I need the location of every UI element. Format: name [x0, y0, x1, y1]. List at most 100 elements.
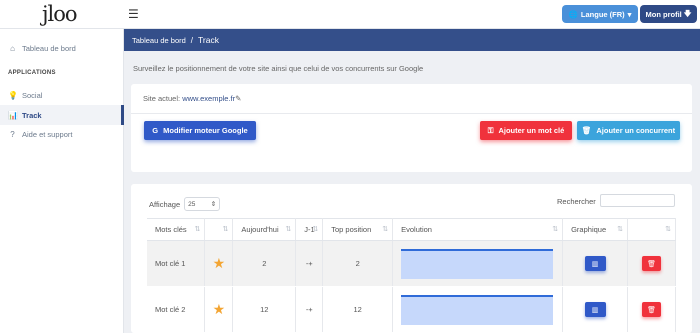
sidebar: ⌂ Tableau de bord APPLICATIONS 💡 Social …	[0, 29, 124, 333]
page-size-select[interactable]: 25 ⇕	[184, 197, 221, 211]
add-keyword-label: Ajouter un mot clé	[498, 126, 565, 135]
cell-favorite: ★	[204, 286, 234, 333]
col-today-label: Aujourd'hui	[241, 225, 279, 234]
col-actions[interactable]: ⇅	[627, 218, 676, 241]
col-star[interactable]: ⇅	[204, 218, 234, 241]
trash-icon: 🗑	[647, 260, 656, 268]
breadcrumb-separator: /	[190, 35, 194, 45]
cell-keyword: Mot clé 1	[147, 240, 206, 287]
sidebar-item-label: Social	[22, 90, 43, 100]
cell-top-position: 2	[322, 240, 394, 287]
sort-icon: ⇅	[617, 226, 624, 233]
cell-evolution	[392, 286, 564, 333]
cell-top-position: 12	[322, 286, 394, 333]
bar-chart-icon: ▥	[591, 306, 599, 314]
app-logo[interactable]: jloo	[42, 2, 78, 26]
sort-icon: ⇅	[312, 226, 319, 233]
cell-keyword: Mot clé 2	[147, 286, 206, 333]
keywords-table: Mots clés ⇅ ⇅ Aujourd'hui ⇅ J-1 ⇅ Top posit…	[147, 218, 676, 333]
sidebar-item-label: Aide et support	[22, 129, 73, 139]
evolution-sparkline	[401, 248, 554, 279]
delete-button[interactable]: 🗑	[642, 256, 662, 271]
cell-chart: ▥	[562, 240, 629, 287]
cell-delete: 🗑	[627, 286, 676, 333]
cell-evolution	[392, 240, 564, 287]
arrow-down-icon: 🡇	[683, 8, 692, 18]
delete-button[interactable]: 🗑	[642, 302, 662, 317]
col-evolution-label: Evolution	[401, 225, 432, 234]
col-keyword-label: Mots clés	[155, 225, 187, 234]
add-keyword-button[interactable]: ⚿ Ajouter un mot clé	[480, 121, 572, 140]
current-site-label: Site actuel:	[143, 94, 181, 103]
table-row: Mot clé 2 ★ 12 -+ 12 ▥ 🗑	[147, 286, 676, 333]
cell-prev: -+	[295, 240, 324, 287]
breadcrumb-current: Track	[198, 35, 219, 45]
trash-icon: 🗑	[647, 306, 656, 314]
trash-icon: 🗑	[581, 126, 592, 135]
col-top-position-label: Top position	[331, 225, 372, 234]
search-label: Rechercher	[557, 197, 596, 206]
search-input[interactable]	[600, 194, 675, 207]
sidebar-item-help[interactable]: ? Aide et support	[0, 124, 124, 144]
col-keyword[interactable]: Mots clés ⇅	[147, 218, 206, 241]
change-google-engine-button[interactable]: G Modifier moteur Google	[144, 121, 256, 140]
sidebar-item-label: Tableau de bord	[22, 43, 76, 53]
key-icon: ⚿	[487, 125, 494, 135]
current-site-link[interactable]: www.exemple.fr	[182, 94, 235, 103]
profile-button[interactable]: Mon profil 🡇	[640, 5, 697, 23]
change-google-engine-label: Modifier moteur Google	[163, 126, 248, 135]
col-evolution[interactable]: Evolution ⇅	[392, 218, 564, 241]
add-competitor-label: Ajouter un concurrent	[596, 126, 676, 135]
bar-chart-icon: ▥	[591, 260, 599, 268]
sidebar-section-heading: APPLICATIONS	[8, 70, 56, 76]
caret-down-icon: ▾	[627, 9, 632, 19]
pencil-icon[interactable]: ✎	[235, 94, 241, 103]
top-bar: jloo ☰ 🌐 Langue (FR) ▾ Mon profil 🡇	[0, 0, 700, 29]
breadcrumb: Tableau de bord / Track	[124, 29, 700, 51]
page-description: Surveillez le positionnement de votre si…	[133, 64, 424, 73]
breadcrumb-home[interactable]: Tableau de bord	[132, 36, 186, 45]
question-circle-icon: ?	[10, 129, 15, 139]
sort-icon: ⇅	[552, 226, 559, 233]
chart-button[interactable]: ▥	[584, 256, 606, 271]
bar-chart-icon: 📊	[8, 110, 18, 120]
col-prev[interactable]: J-1 ⇅	[295, 218, 324, 241]
star-icon[interactable]: ★	[213, 255, 226, 271]
col-top-position[interactable]: Top position ⇅	[322, 218, 394, 241]
sidebar-item-track[interactable]: 📊 Track	[0, 105, 124, 125]
language-button[interactable]: 🌐 Langue (FR) ▾	[562, 5, 638, 23]
chart-button[interactable]: ▥	[584, 302, 606, 317]
sidebar-item-dashboard[interactable]: ⌂ Tableau de bord	[0, 38, 124, 58]
home-icon: ⌂	[10, 43, 15, 53]
col-chart[interactable]: Graphique ⇅	[562, 218, 629, 241]
divider	[131, 113, 692, 114]
add-competitor-button[interactable]: 🗑 Ajouter un concurrent	[577, 121, 680, 140]
table-row: Mot clé 1 ★ 2 -+ 2 ▥ 🗑	[147, 240, 676, 287]
google-icon: G	[152, 126, 159, 135]
menu-toggle-icon[interactable]: ☰	[128, 7, 139, 21]
sort-icon: ⇅	[382, 226, 389, 233]
sidebar-item-social[interactable]: 💡 Social	[0, 85, 124, 105]
evolution-sparkline	[401, 294, 554, 325]
lightbulb-icon: 💡	[8, 90, 18, 100]
page-size-value: 25	[188, 200, 196, 208]
cell-prev: -+	[295, 286, 324, 333]
table-header-row: Mots clés ⇅ ⇅ Aujourd'hui ⇅ J-1 ⇅ Top posit…	[147, 218, 676, 241]
sidebar-item-label: Track	[22, 110, 42, 120]
sort-icon: ⇅	[285, 226, 292, 233]
col-today[interactable]: Aujourd'hui ⇅	[232, 218, 297, 241]
page-size-label: Affichage	[149, 199, 181, 209]
sort-icon: ⇅	[665, 226, 671, 233]
sort-icon: ⇅	[194, 226, 201, 233]
select-arrows-icon: ⇕	[210, 201, 217, 208]
language-button-label: Langue (FR)	[580, 9, 625, 19]
page-size-control: Affichage 25 ⇕	[149, 197, 221, 211]
site-actions-card: Site actuel: www.exemple.fr✎ G Modifier …	[131, 84, 692, 172]
cell-today: 2	[232, 240, 297, 287]
col-chart-label: Graphique	[571, 225, 607, 234]
cell-today: 12	[232, 286, 297, 333]
keywords-table-card: Affichage 25 ⇕ Rechercher Mots clés ⇅ ⇅ A…	[131, 184, 692, 333]
globe-icon: 🌐	[568, 9, 578, 19]
profile-button-label: Mon profil	[645, 9, 682, 19]
star-icon[interactable]: ★	[213, 301, 226, 317]
